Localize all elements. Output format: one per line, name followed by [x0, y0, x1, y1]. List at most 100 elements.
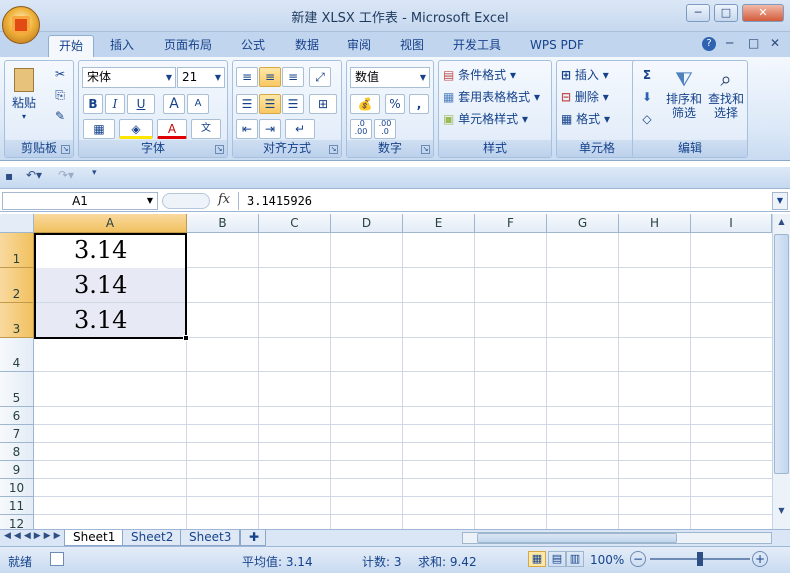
increase-decimal-button[interactable]: .0 .00 — [350, 119, 372, 139]
sheet-nav-icon[interactable]: ◀◀◀▶▶▶ — [4, 531, 64, 541]
bold-button[interactable]: B — [83, 94, 103, 114]
row-header-9[interactable]: 9 — [0, 461, 34, 479]
orientation-icon[interactable]: ⤢ — [309, 67, 331, 87]
number-format-select[interactable]: 数值 ▼ — [350, 67, 430, 88]
column-header-e[interactable]: E — [403, 214, 475, 233]
align-right-icon[interactable]: ☰ — [282, 94, 304, 114]
tab-developer[interactable]: 开发工具 — [443, 35, 511, 57]
font-name-select[interactable]: 宋体 ▼ — [82, 67, 176, 88]
formula-bar-resizer[interactable] — [162, 193, 210, 209]
conditional-format-button[interactable]: ▤ 条件格式 ▾ — [442, 65, 550, 85]
merge-center-icon[interactable]: ⊞ — [309, 94, 337, 114]
tab-view[interactable]: 视图 — [390, 35, 434, 57]
clear-icon[interactable]: ◇ — [636, 109, 658, 129]
row-header-4[interactable]: 4 — [0, 338, 34, 372]
vertical-scrollbar[interactable]: ▲ ▼ — [772, 214, 790, 529]
ribbon-restore-icon[interactable]: □ — [748, 36, 759, 50]
row-header-1[interactable]: 1 — [0, 233, 34, 268]
formula-input[interactable]: 3.1415926 — [238, 192, 768, 210]
tab-review[interactable]: 审阅 — [337, 35, 381, 57]
column-header-g[interactable]: G — [547, 214, 619, 233]
comma-button[interactable]: , — [409, 94, 429, 114]
zoom-slider-thumb[interactable] — [697, 552, 703, 566]
dialog-launcher-icon[interactable]: ↘ — [421, 145, 430, 154]
scroll-up-icon[interactable]: ▲ — [774, 215, 789, 229]
increase-indent-icon[interactable]: ⇥ — [259, 119, 281, 139]
align-bottom-icon[interactable]: ≡ — [282, 67, 304, 87]
macro-record-icon[interactable] — [50, 552, 64, 566]
find-select-button[interactable]: ⌕ 查找和 选择 — [707, 65, 745, 141]
name-box[interactable]: A1 ▼ — [2, 192, 158, 210]
dialog-launcher-icon[interactable]: ↘ — [329, 145, 338, 154]
select-all-corner[interactable] — [0, 214, 34, 233]
tab-data[interactable]: 数据 — [285, 35, 329, 57]
align-middle-icon[interactable]: ≡ — [259, 67, 281, 87]
customize-qat-icon[interactable]: ▾ — [92, 168, 97, 178]
new-sheet-icon[interactable]: ✚ — [240, 530, 266, 546]
column-header-i[interactable]: I — [691, 214, 772, 233]
row-header-6[interactable]: 6 — [0, 407, 34, 425]
help-icon[interactable]: ? — [702, 37, 716, 51]
horizontal-scrollbar[interactable] — [462, 532, 772, 544]
column-header-f[interactable]: F — [475, 214, 547, 233]
maximize-button[interactable]: □ — [714, 4, 738, 22]
sheet-tab-2[interactable]: Sheet2 — [122, 530, 183, 546]
dialog-launcher-icon[interactable]: ↘ — [215, 145, 224, 154]
cut-icon[interactable]: ✂ — [51, 64, 69, 84]
zoom-out-icon[interactable]: − — [630, 551, 646, 567]
row-header-12[interactable]: 12 — [0, 515, 34, 529]
phonetic-icon[interactable]: 文 — [191, 119, 221, 139]
zoom-level[interactable]: 100% — [590, 553, 624, 567]
decrease-decimal-button[interactable]: .00 .0 — [374, 119, 396, 139]
autosum-button[interactable]: Σ — [636, 65, 658, 85]
normal-view-icon[interactable]: ▦ — [528, 551, 546, 567]
sort-filter-button[interactable]: ⧨ 排序和 筛选 — [665, 65, 703, 141]
underline-button[interactable]: U — [127, 94, 155, 114]
row-header-10[interactable]: 10 — [0, 479, 34, 497]
font-color-icon[interactable]: A — [157, 119, 187, 139]
align-center-icon[interactable]: ☰ — [259, 94, 281, 114]
save-icon[interactable]: ▪ — [5, 169, 13, 183]
row-header-11[interactable]: 11 — [0, 497, 34, 515]
column-header-a[interactable]: A — [34, 214, 187, 233]
scroll-thumb[interactable] — [774, 234, 789, 474]
font-size-select[interactable]: 21 ▼ — [177, 67, 225, 88]
expand-formula-icon[interactable]: ▼ — [772, 192, 788, 210]
column-header-c[interactable]: C — [259, 214, 331, 233]
minimize-button[interactable]: ─ — [686, 4, 710, 22]
tab-formulas[interactable]: 公式 — [231, 35, 275, 57]
format-painter-icon[interactable]: ✎ — [51, 106, 69, 126]
sheet-tab-1[interactable]: Sheet1 — [64, 530, 125, 546]
fill-handle[interactable] — [183, 335, 189, 341]
align-top-icon[interactable]: ≡ — [236, 67, 258, 87]
italic-button[interactable]: I — [105, 94, 125, 114]
insert-function-button[interactable]: fx — [218, 192, 230, 207]
tab-insert[interactable]: 插入 — [100, 35, 144, 57]
active-cell-a1[interactable]: 3.14 — [34, 233, 187, 268]
percent-button[interactable]: % — [385, 94, 405, 114]
column-header-h[interactable]: H — [619, 214, 691, 233]
cell-a2[interactable]: 3.14 — [34, 268, 187, 303]
decrease-indent-icon[interactable]: ⇤ — [236, 119, 258, 139]
redo-icon[interactable]: ↷▾ — [58, 168, 74, 182]
grow-font-button[interactable]: A — [163, 94, 185, 114]
insert-cells-button[interactable]: ⊞ 插入 ▾ — [560, 65, 636, 85]
ribbon-minimize-icon[interactable]: ─ — [726, 36, 733, 50]
row-header-8[interactable]: 8 — [0, 443, 34, 461]
fill-icon[interactable]: ⬇ — [636, 87, 658, 107]
format-cells-button[interactable]: ▦ 格式 ▾ — [560, 109, 636, 129]
close-button[interactable]: ✕ — [742, 4, 784, 22]
sheet-tab-3[interactable]: Sheet3 — [180, 530, 241, 546]
undo-icon[interactable]: ↶▾ — [26, 168, 42, 182]
currency-icon[interactable]: 💰 — [350, 94, 380, 114]
shrink-font-button[interactable]: A — [187, 94, 209, 114]
align-left-icon[interactable]: ☰ — [236, 94, 258, 114]
tab-page-layout[interactable]: 页面布局 — [154, 35, 222, 57]
cell-styles-button[interactable]: ▣ 单元格样式 ▾ — [442, 109, 550, 129]
row-header-5[interactable]: 5 — [0, 372, 34, 407]
column-header-b[interactable]: B — [187, 214, 259, 233]
wrap-text-icon[interactable]: ↵ — [285, 119, 315, 139]
cell-a3[interactable]: 3.14 — [34, 303, 187, 338]
office-button[interactable] — [2, 6, 40, 44]
column-header-d[interactable]: D — [331, 214, 403, 233]
